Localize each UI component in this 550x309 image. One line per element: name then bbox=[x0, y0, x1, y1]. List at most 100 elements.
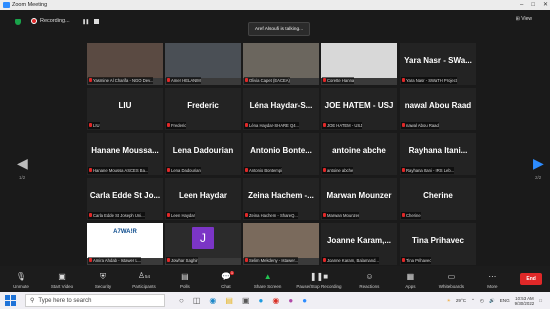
participant-avatar: J bbox=[192, 227, 214, 249]
stop-icon[interactable] bbox=[94, 19, 99, 24]
participant-tile[interactable]: Tina Prihavec Tina Prihavec bbox=[400, 223, 476, 265]
polls-button[interactable]: ▤ Polls bbox=[172, 273, 198, 290]
system-tray: ☀ 29°C ⌃ ◴ 🔊 ENG 10:53 AM 9/30/2022 □ bbox=[447, 296, 550, 306]
shield-icon[interactable] bbox=[15, 19, 21, 25]
participant-tile[interactable]: Olivia Capet (EACEA) bbox=[243, 43, 319, 85]
participant-tile[interactable]: Hanane Moussa... Hanane Moussa ASCES Ba..… bbox=[87, 133, 163, 175]
store-icon[interactable]: ▣ bbox=[242, 296, 250, 305]
muted-mic-icon bbox=[402, 78, 405, 82]
participant-name-label: nawal Abou Raad bbox=[401, 122, 439, 129]
participant-video bbox=[243, 223, 319, 258]
muted-mic-icon bbox=[402, 213, 405, 217]
participant-tile[interactable]: A7WA!R Amira Ahdab - Istawer L... bbox=[87, 223, 163, 265]
maximize-button[interactable]: □ bbox=[531, 0, 535, 10]
end-meeting-button[interactable]: End bbox=[520, 273, 542, 285]
participant-tile[interactable]: Leen Haydar Leen Haydar bbox=[165, 178, 241, 220]
task-switch-icon[interactable]: ◫ bbox=[193, 296, 201, 305]
participant-name-label: antoine abche bbox=[322, 167, 354, 174]
unmute-button[interactable]: 🎙 Unmute bbox=[8, 272, 34, 290]
participant-tile[interactable]: Corette Hanna bbox=[321, 43, 397, 85]
windows-start-icon[interactable] bbox=[5, 294, 17, 307]
minimize-button[interactable]: – bbox=[520, 0, 523, 10]
share-screen-button[interactable]: ▲ Share Screen bbox=[254, 273, 282, 290]
muted-mic-icon bbox=[89, 123, 92, 127]
participant-name-display: Cherine bbox=[423, 191, 453, 200]
participant-name-label: Joanne Karam, Balamand... bbox=[322, 257, 379, 264]
participant-name-display: Leen Haydar bbox=[178, 191, 228, 200]
participant-name-label: Olivia Capet (EACEA) bbox=[244, 77, 290, 84]
participant-tile[interactable]: Selim Mekdeny - Istawer... bbox=[243, 223, 319, 265]
whiteboard-icon: ▭ bbox=[447, 272, 456, 281]
language-indicator[interactable]: ENG bbox=[500, 298, 510, 303]
muted-mic-icon bbox=[89, 258, 92, 262]
volume-icon[interactable]: 🔊 bbox=[489, 298, 495, 304]
app-icon[interactable]: ● bbox=[288, 296, 293, 305]
next-page-icon[interactable]: ▶ bbox=[533, 155, 544, 172]
participant-name-display: Lena Dadourian bbox=[172, 146, 234, 155]
participant-tile[interactable]: Lena Dadourian Lena Dadourian bbox=[165, 133, 241, 175]
participant-tile[interactable]: Marwan Mounzer Marwan Mounzer bbox=[321, 178, 397, 220]
participant-tile[interactable]: LIU LIU bbox=[87, 88, 163, 130]
prev-page-icon[interactable]: ◀ bbox=[17, 155, 28, 172]
more-button[interactable]: ⋯ More bbox=[479, 272, 505, 290]
participant-tile[interactable]: Antonio Bonte... Antonio Bontempi bbox=[243, 133, 319, 175]
participant-tile[interactable]: nawal Abou Raad nawal Abou Raad bbox=[400, 88, 476, 130]
security-button[interactable]: ⛨ Security bbox=[90, 273, 116, 290]
participant-name-label: Cherine bbox=[401, 212, 421, 219]
recording-button[interactable]: ❚❚■ Pause/Stop Recording bbox=[296, 273, 341, 290]
participant-tile[interactable]: Rayhana Itani... Rayhana Itani - IRS Leb.… bbox=[400, 133, 476, 175]
more-icon: ⋯ bbox=[488, 272, 497, 281]
participant-tile[interactable]: Amer HELANIM bbox=[165, 43, 241, 85]
participant-tile[interactable]: antoine abche antoine abche bbox=[321, 133, 397, 175]
close-button[interactable]: ✕ bbox=[543, 0, 548, 10]
microphone-muted-icon: 🎙 bbox=[15, 272, 27, 281]
view-button[interactable]: ⊞ View bbox=[516, 16, 532, 22]
participant-tile[interactable]: Frederic Frederic bbox=[165, 88, 241, 130]
participant-tile[interactable]: Léna Haydar-S... Léna Haydar-SHARE Q4... bbox=[243, 88, 319, 130]
taskbar-search[interactable]: ⚲ Type here to search bbox=[25, 294, 165, 307]
pause-icon[interactable]: ❚❚ bbox=[82, 19, 89, 25]
tray-chevron-icon[interactable]: ⌃ bbox=[471, 298, 475, 304]
people-icon: ♙54 bbox=[137, 271, 151, 280]
muted-mic-icon bbox=[402, 168, 405, 172]
record-dot-icon bbox=[31, 18, 37, 24]
edge-icon[interactable]: ◉ bbox=[209, 296, 216, 305]
muted-mic-icon bbox=[245, 123, 248, 127]
clock[interactable]: 10:53 AM 9/30/2022 bbox=[515, 296, 535, 306]
participant-tile[interactable]: JOE HATEM - USJ JOE HATEM - USJ bbox=[321, 88, 397, 130]
participants-button[interactable]: ♙54 Participants bbox=[131, 271, 157, 290]
participant-name-label: Yasmine Al Charifa - NGO Dev... bbox=[88, 77, 154, 84]
participant-tile[interactable]: Joanne Karam,... Joanne Karam, Balamand..… bbox=[321, 223, 397, 265]
task-view-icon[interactable]: ○ bbox=[179, 296, 184, 305]
participant-video bbox=[165, 43, 241, 78]
network-icon[interactable]: ◴ bbox=[480, 298, 484, 304]
chat-badge: 1 bbox=[229, 271, 234, 275]
muted-mic-icon bbox=[323, 168, 326, 172]
zoom-taskbar-icon[interactable]: ● bbox=[302, 296, 307, 305]
chat-button[interactable]: 1 💬 Chat bbox=[213, 271, 239, 289]
participant-tile[interactable]: Cherine Cherine bbox=[400, 178, 476, 220]
chrome-icon[interactable]: ◉ bbox=[272, 296, 279, 305]
participant-tile[interactable]: Zeina Hachem -... Zeina Hachem - ShareQ..… bbox=[243, 178, 319, 220]
whiteboards-button[interactable]: ▭ Whiteboards bbox=[438, 272, 464, 290]
participant-tile[interactable]: Carla Edde St Jo... Carla Edde St Joseph … bbox=[87, 178, 163, 220]
participant-name-label: Marwan Mounzer bbox=[322, 212, 360, 219]
file-explorer-icon[interactable]: ▤ bbox=[225, 296, 233, 305]
apps-button[interactable]: ▦ Apps bbox=[397, 273, 423, 290]
page-indicator-left: 1/2 bbox=[19, 175, 26, 180]
participant-name-label: Tina Prihavec bbox=[401, 257, 432, 264]
meeting-stage: Recording... ❚❚ ⊞ View Aref Alsoufi is t… bbox=[0, 10, 550, 266]
participant-tile[interactable]: Yara Nasr - SWa... Yara Nasr - SWaTH Proj… bbox=[400, 43, 476, 85]
notification-icon[interactable]: □ bbox=[539, 298, 542, 303]
participant-name-display: Marwan Mounzer bbox=[326, 191, 392, 200]
reactions-button[interactable]: ☺ Reactions bbox=[356, 273, 382, 290]
participant-name-label: Léna Haydar-SHARE Q4... bbox=[244, 122, 300, 129]
participant-name-label: Rayhana Itani - IRS Leb... bbox=[401, 167, 455, 174]
participant-tile[interactable]: Yasmine Al Charifa - NGO Dev... bbox=[87, 43, 163, 85]
window-title: Zoom Meeting bbox=[12, 2, 48, 8]
skype-icon[interactable]: ● bbox=[259, 296, 264, 305]
meeting-toolbar: 🎙 Unmute ▣ Start Video ⛨ Security ♙54 Partic… bbox=[0, 266, 550, 292]
muted-mic-icon bbox=[323, 78, 326, 82]
start-video-button[interactable]: ▣ Start Video bbox=[49, 273, 75, 290]
participant-tile[interactable]: J Jowhar Saghir bbox=[165, 223, 241, 265]
